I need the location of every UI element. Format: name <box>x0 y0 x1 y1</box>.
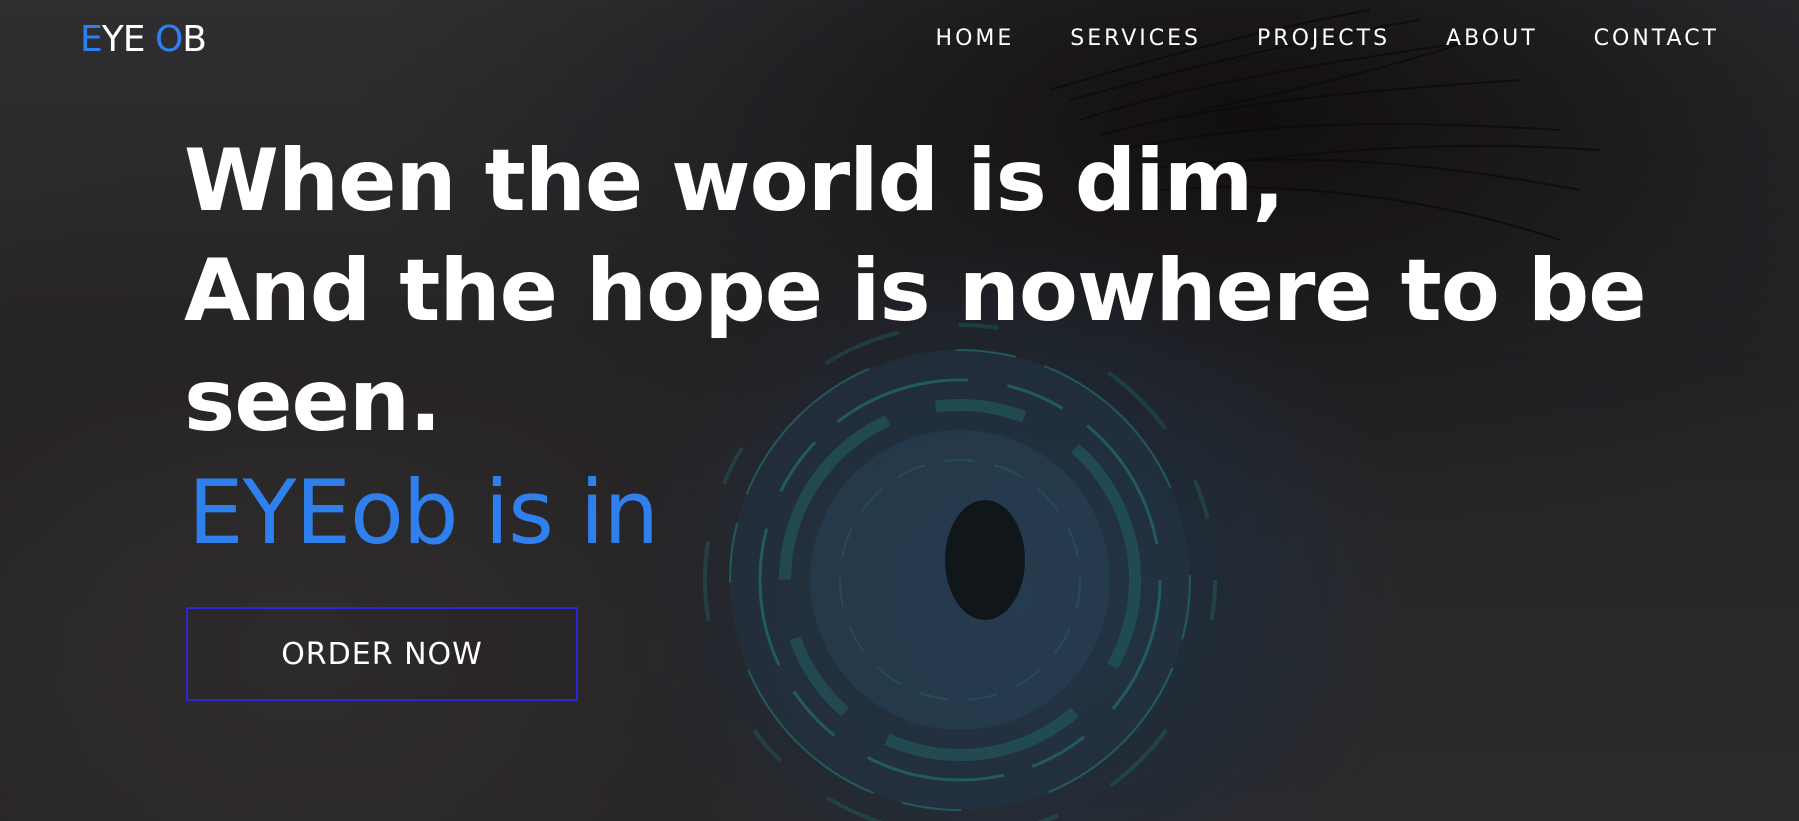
nav-link-services[interactable]: SERVICES <box>1070 24 1201 54</box>
logo-text-ye: YE <box>101 19 155 60</box>
headline-line-1: When the world is dim, <box>184 131 1285 231</box>
headline-line-3: seen. <box>184 351 442 451</box>
hero-tagline: EYEob is in <box>188 461 659 564</box>
order-now-button[interactable]: ORDER NOW <box>186 607 578 701</box>
hero-section: EYE OB HOME SERVICES PROJECTS ABOUT CONT… <box>0 0 1799 821</box>
logo-letter-e: E <box>80 19 103 60</box>
top-navbar: EYE OB HOME SERVICES PROJECTS ABOUT CONT… <box>0 0 1799 80</box>
nav-link-projects[interactable]: PROJECTS <box>1257 24 1390 54</box>
nav-menu: HOME SERVICES PROJECTS ABOUT CONTACT <box>936 24 1719 54</box>
headline-line-2: And the hope is nowhere to be <box>184 241 1647 341</box>
site-logo[interactable]: EYE OB <box>80 18 207 62</box>
logo-letter-o: O <box>154 19 183 60</box>
logo-text-b: B <box>182 19 207 60</box>
nav-link-about[interactable]: ABOUT <box>1446 24 1538 54</box>
nav-link-contact[interactable]: CONTACT <box>1594 24 1719 54</box>
nav-link-home[interactable]: HOME <box>936 24 1015 54</box>
hero-headline: When the world is dim, And the hope is n… <box>184 126 1684 456</box>
